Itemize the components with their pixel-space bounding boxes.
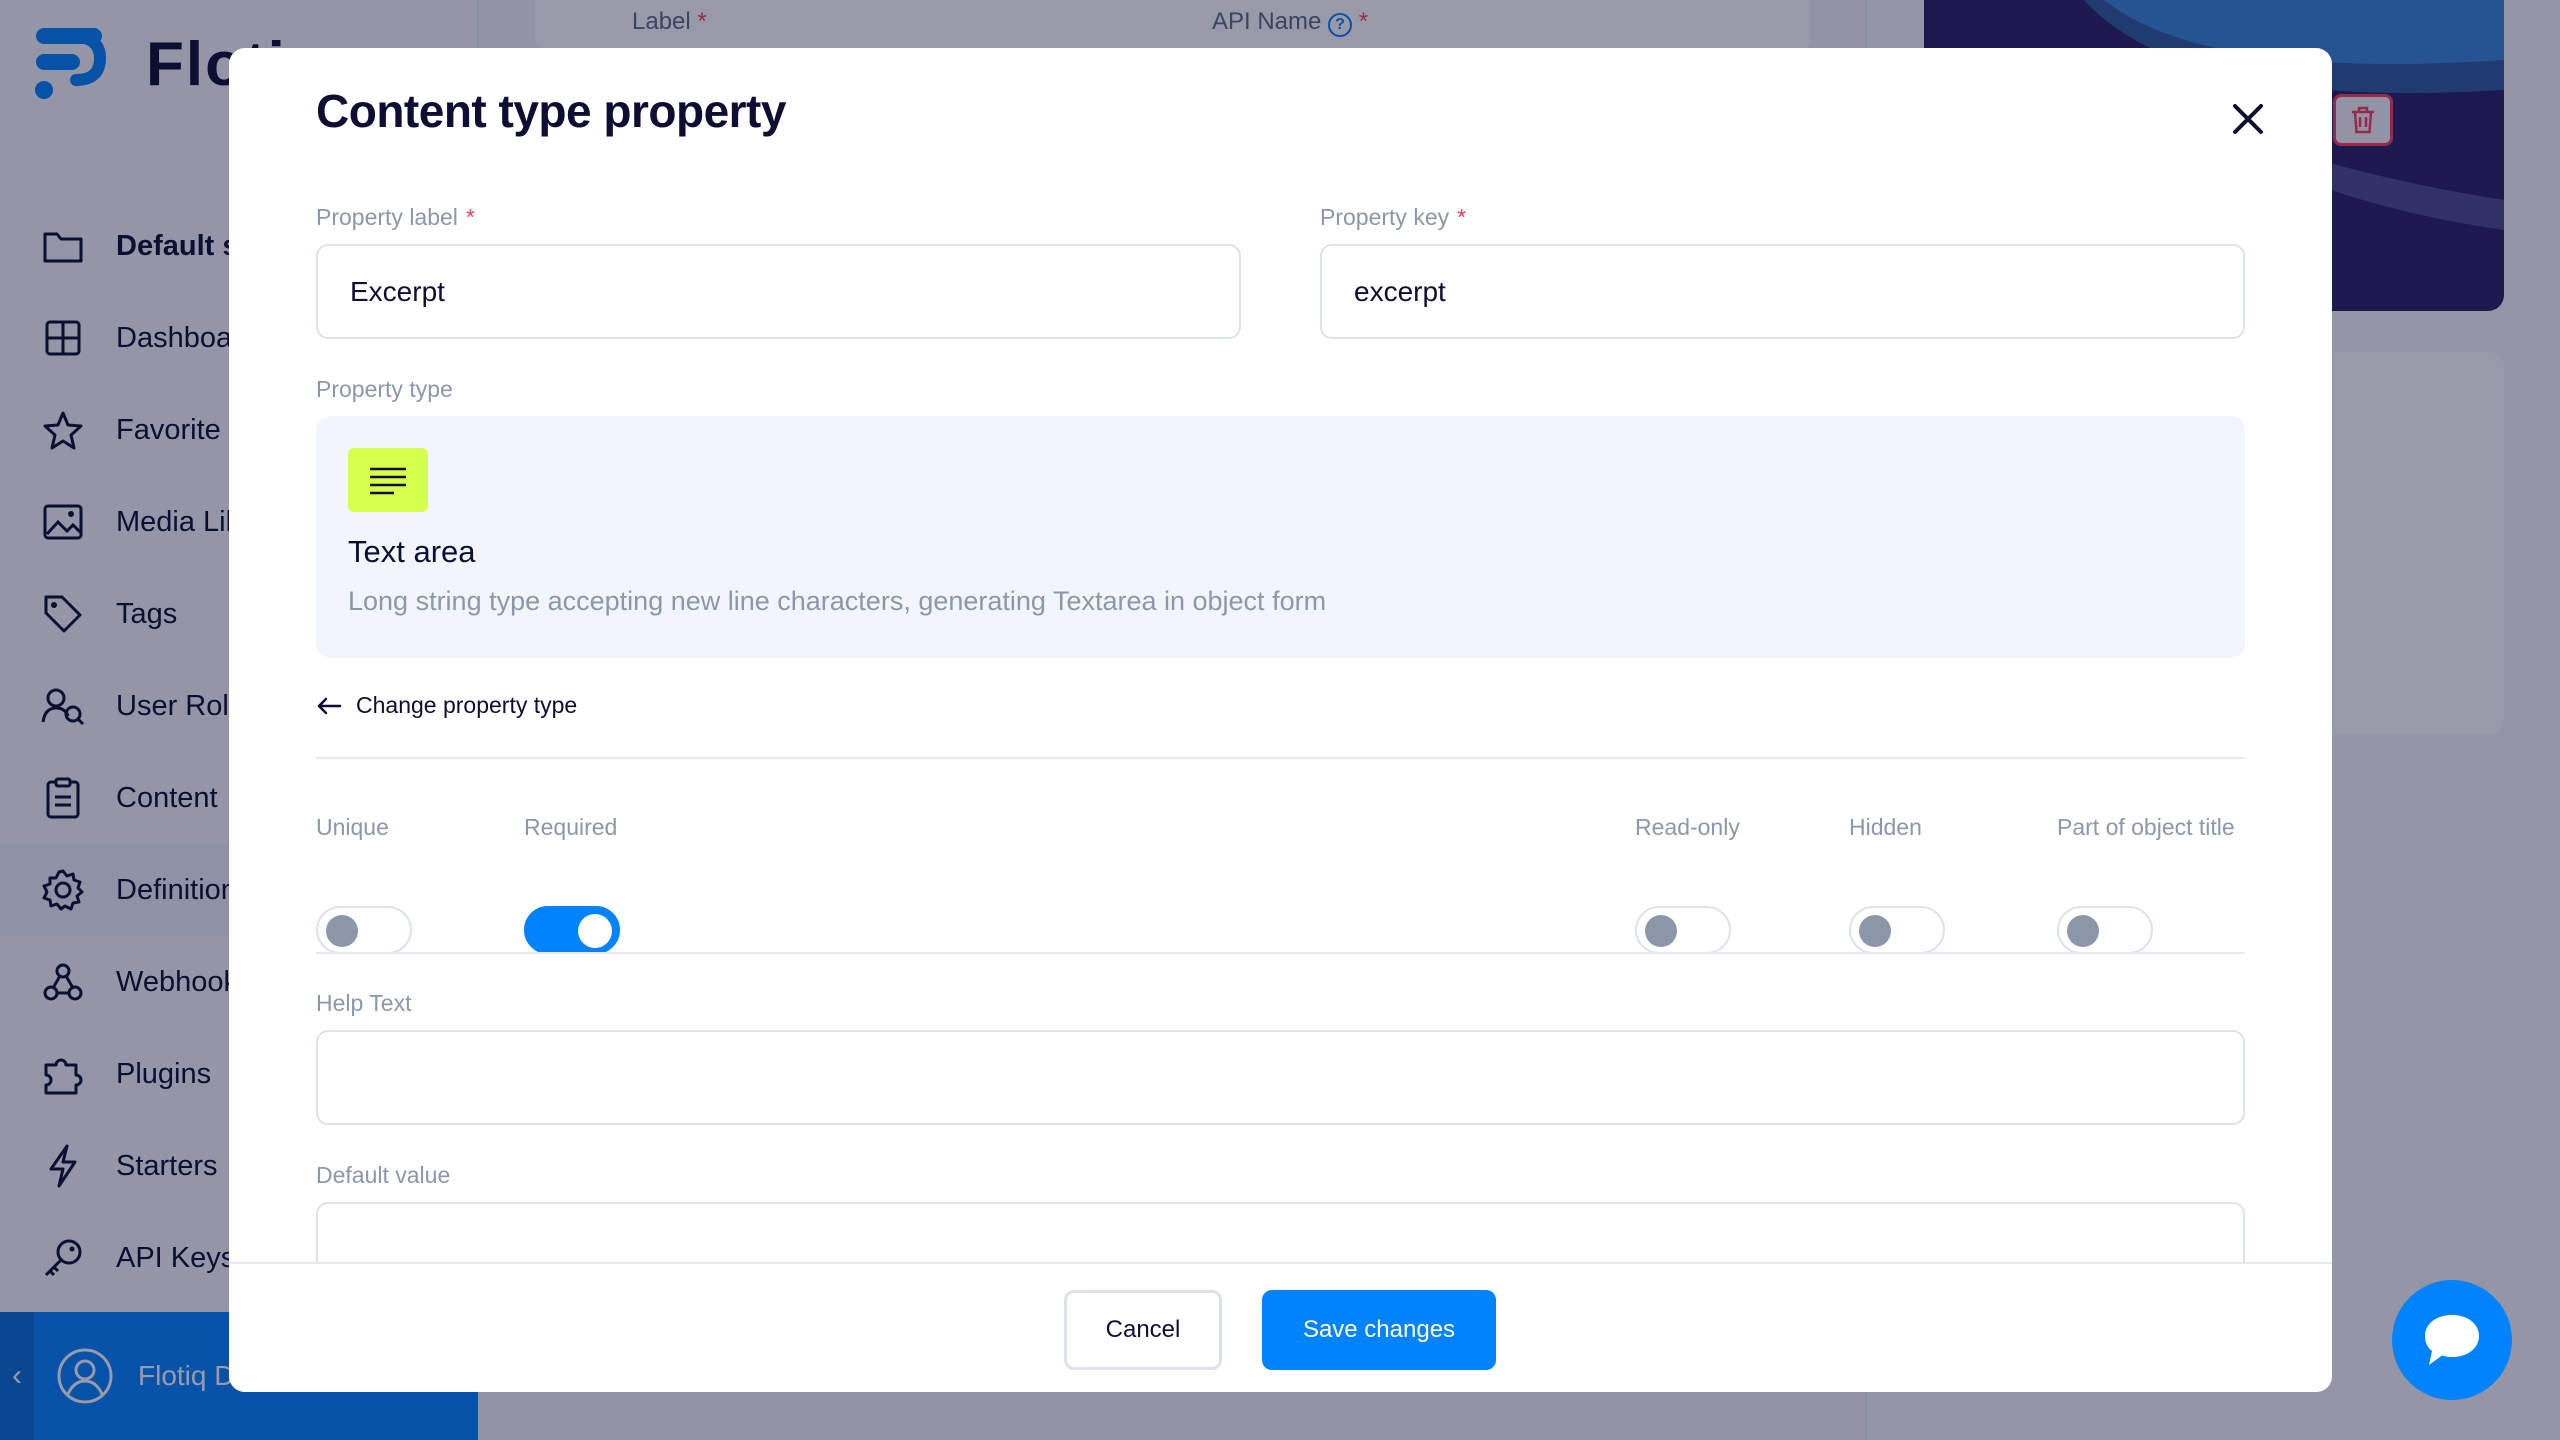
toggle-read-only: Read-only — [1635, 814, 1740, 954]
property-type-card: Text area Long string type accepting new… — [316, 416, 2245, 658]
save-changes-button[interactable]: Save changes — [1262, 1290, 1496, 1370]
property-key-label: Property key * — [1320, 204, 1467, 230]
unique-toggle[interactable] — [316, 906, 412, 954]
toggle-knob — [2067, 915, 2099, 947]
property-type-name: Text area — [348, 534, 476, 569]
toggle-label: Read-only — [1635, 814, 1740, 840]
property-label-input[interactable] — [316, 244, 1241, 339]
hidden-toggle[interactable] — [1849, 906, 1945, 954]
modal-body: Content type property Property label* Pr… — [229, 48, 2332, 1262]
property-type-description: Long string type accepting new line char… — [348, 586, 1327, 616]
help-text-label: Help Text — [316, 990, 412, 1016]
required-toggle[interactable] — [524, 906, 620, 954]
close-icon[interactable] — [2227, 98, 2269, 140]
content-type-property-modal: Content type property Property label* Pr… — [229, 48, 2332, 1392]
change-property-type-link[interactable]: Change property type — [316, 692, 577, 719]
toggle-label: Unique — [316, 814, 389, 840]
chat-icon — [2425, 1315, 2479, 1365]
toggle-knob — [1645, 915, 1677, 947]
cancel-button[interactable]: Cancel — [1064, 1290, 1222, 1370]
property-type-label: Property type — [316, 376, 453, 402]
part-of-object-title-toggle[interactable] — [2057, 906, 2153, 954]
toggle-required: Required — [524, 814, 620, 954]
chat-button[interactable] — [2392, 1280, 2512, 1400]
toggle-label: Part of object title — [2057, 814, 2235, 840]
toggle-hidden: Hidden — [1849, 814, 1945, 954]
text-lines-icon — [348, 448, 428, 512]
toggle-label: Hidden — [1849, 814, 1922, 840]
toggle-knob — [578, 914, 612, 948]
divider — [316, 757, 2245, 759]
help-text-input[interactable] — [316, 1030, 2245, 1125]
change-property-type-label: Change property type — [356, 692, 578, 718]
toggle-unique: Unique — [316, 814, 412, 954]
modal-footer: Cancel Save changes — [229, 1262, 2332, 1392]
default-value-input[interactable] — [316, 1202, 2245, 1262]
default-value-label: Default value — [316, 1162, 451, 1188]
toggle-part-of-object-title: Part of object title — [2057, 814, 2235, 954]
toggle-label: Required — [524, 814, 618, 840]
modal-title: Content type property — [316, 85, 786, 137]
read-only-toggle[interactable] — [1635, 906, 1731, 954]
divider — [316, 952, 2245, 954]
property-label-label: Property label * — [316, 204, 475, 230]
toggle-knob — [326, 915, 358, 947]
property-key-input[interactable] — [1320, 244, 2245, 339]
toggle-knob — [1859, 915, 1891, 947]
arrow-left-icon — [317, 697, 342, 714]
